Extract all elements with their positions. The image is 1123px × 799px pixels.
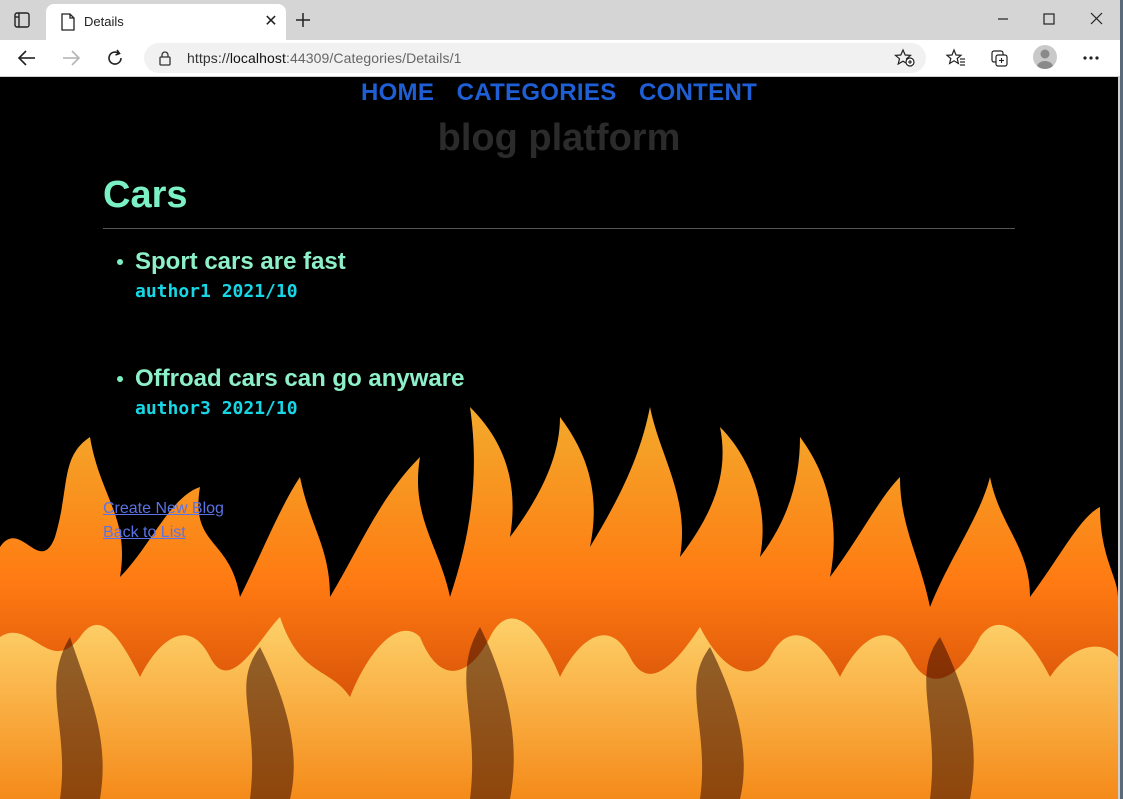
post-meta: author1 2021/10 — [135, 281, 1015, 302]
url-path: :44309/Categories/Details/1 — [285, 50, 462, 66]
post-date: 2021/10 — [221, 281, 298, 302]
bullet-icon — [117, 259, 123, 265]
url-text[interactable]: https://localhost:44309/Categories/Detai… — [187, 50, 461, 66]
back-arrow-icon[interactable] — [14, 46, 40, 70]
more-icon[interactable] — [1078, 46, 1104, 70]
close-icon[interactable]: ✕ — [262, 13, 280, 31]
page-viewport: HOME CATEGORIES CONTENT blog platform Ca… — [0, 77, 1118, 799]
plus-icon[interactable] — [292, 9, 314, 31]
favorites-icon[interactable] — [943, 46, 969, 70]
tab-bar: Details ✕ — [0, 0, 1120, 40]
divider — [103, 228, 1015, 229]
bullet-icon — [117, 376, 123, 382]
favorite-add-icon[interactable] — [893, 48, 916, 68]
maximize-icon[interactable] — [1034, 8, 1064, 30]
post-title: Sport cars are fast — [135, 248, 346, 275]
list-item: Offroad cars can go anyware author3 2021… — [103, 364, 1015, 481]
lock-icon[interactable] — [158, 50, 172, 66]
collections-icon[interactable] — [987, 46, 1013, 70]
address-bar[interactable]: https://localhost:44309/Categories/Detai… — [144, 43, 926, 73]
nav-categories[interactable]: CATEGORIES — [457, 79, 617, 107]
profile-icon[interactable] — [1033, 45, 1057, 69]
nav-home[interactable]: HOME — [361, 79, 434, 107]
nav-content[interactable]: CONTENT — [639, 79, 757, 107]
post-author: author1 — [135, 281, 211, 302]
refresh-icon[interactable] — [102, 46, 128, 70]
site-brand: blog platform — [437, 117, 681, 159]
post-title: Offroad cars can go anyware — [135, 365, 465, 392]
forward-arrow-icon[interactable] — [58, 46, 84, 70]
post-author: author3 — [135, 398, 211, 419]
url-host: localhost — [229, 50, 286, 66]
create-new-blog-link[interactable]: Create New Blog — [103, 497, 224, 521]
post-list: Sport cars are fast author1 2021/10 Offr… — [103, 247, 1015, 481]
category-details: Cars Sport cars are fast author1 2021/10… — [103, 172, 1015, 481]
tab-title: Details — [84, 14, 124, 29]
post-meta: author3 2021/10 — [135, 398, 1015, 419]
browser-toolbar: https://localhost:44309/Categories/Detai… — [0, 40, 1120, 77]
tab-actions-icon[interactable] — [12, 10, 32, 30]
back-to-list-link[interactable]: Back to List — [103, 521, 224, 545]
page-icon — [60, 13, 76, 31]
url-prefix: https:// — [187, 50, 230, 66]
browser-tab[interactable]: Details ✕ — [46, 4, 286, 40]
post-date: 2021/10 — [221, 398, 298, 419]
page-title: Cars — [103, 174, 188, 216]
top-nav: HOME CATEGORIES CONTENT — [0, 77, 1118, 107]
list-item: Sport cars are fast author1 2021/10 — [103, 247, 1015, 364]
close-window-icon[interactable] — [1081, 8, 1111, 30]
page-links: Create New Blog Back to List — [103, 497, 224, 545]
minimize-icon[interactable] — [988, 8, 1018, 30]
